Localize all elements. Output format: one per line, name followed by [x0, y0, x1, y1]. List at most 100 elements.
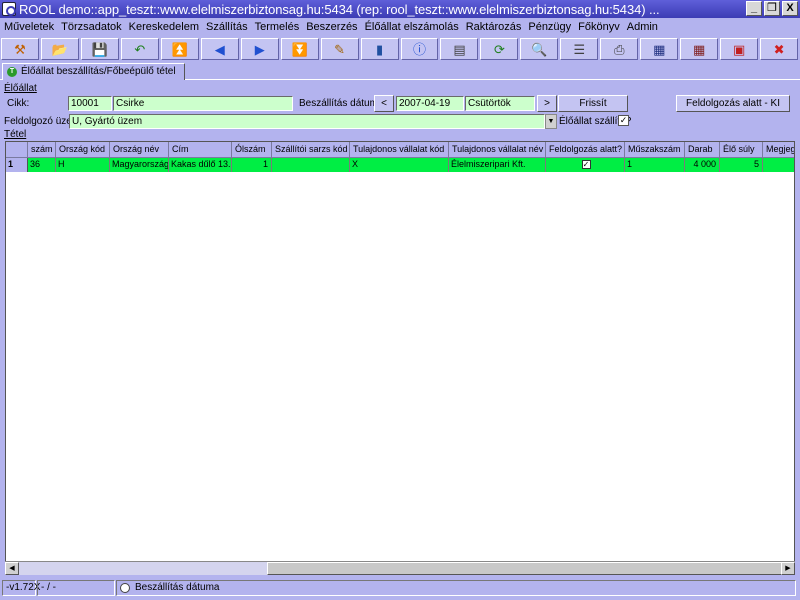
menu-admin[interactable]: Admin [627, 21, 658, 33]
column-header-elo-suly[interactable]: Élő súly [720, 142, 763, 158]
option-panel: Beszállítás dátuma [116, 580, 796, 596]
column-header-tulajdonos-nev[interactable]: Tulajdonos vállalat név [449, 142, 546, 158]
processing-checkbox[interactable]: ✓ [581, 160, 591, 169]
menu-fokonyv[interactable]: Főkönyv [578, 21, 620, 33]
database-icon: ▮ [375, 41, 384, 57]
tab-eloallat-beszallitas[interactable]: T Élőállat beszállítás/Főbeépülő tétel [2, 63, 185, 80]
last-record-button[interactable]: ⏬ [280, 38, 319, 60]
cell-darab[interactable]: 4 000 [685, 158, 720, 172]
cell-szam[interactable]: 36 [28, 158, 56, 172]
column-header-szam[interactable]: szám [28, 142, 56, 158]
tab-record-icon: T [7, 67, 17, 77]
column-header-cim[interactable]: Cím [169, 142, 232, 158]
window-icon: ▣ [732, 41, 746, 57]
cikk-code-field[interactable]: 10001 [68, 96, 112, 111]
cell-tulajdonos-kod[interactable]: X [350, 158, 449, 172]
form-view-button[interactable]: ▤ [440, 38, 479, 60]
column-header-orszag-nev[interactable]: Ország név [110, 142, 169, 158]
column-header-orszag-kod[interactable]: Ország kód [56, 142, 110, 158]
column-header-tulajdonos-kod[interactable]: Tulajdonos vállalat kód [350, 142, 449, 158]
tool-button[interactable]: ⚒ [1, 38, 39, 60]
date-option-radio[interactable] [120, 583, 130, 593]
first-record-icon: ⏫ [171, 41, 188, 57]
cell-feldolgozas[interactable]: ✓ [546, 158, 625, 172]
column-header-muszakszam[interactable]: Műszakszám [625, 142, 685, 158]
menu-torzsadatok[interactable]: Törzsadatok [61, 21, 122, 33]
feldolgozas-alatt-button[interactable]: Feldolgozás alatt - KI [676, 95, 790, 112]
shipped-checkbox[interactable]: ✓ [618, 115, 629, 126]
open-folder-button[interactable]: 📂 [40, 38, 79, 60]
refresh-button[interactable]: ⟳ [480, 38, 519, 60]
window-title: ROOL demo::app_teszt::www.elelmiszerbizt… [19, 1, 660, 17]
table-row[interactable]: 1 36 H Magyarország Kakas dűlő 13. 1 X É… [6, 158, 794, 172]
chevron-down-icon[interactable]: ▼ [545, 114, 557, 129]
scroll-left-icon[interactable]: ◀ [5, 562, 19, 575]
grid-edit-button[interactable]: ▦ [680, 38, 719, 60]
cell-elo-suly[interactable]: 5 [720, 158, 763, 172]
cell-olszam[interactable]: 1 [232, 158, 272, 172]
menu-kereskedelem[interactable]: Kereskedelem [129, 21, 199, 33]
database-button[interactable]: ▮ [360, 38, 399, 60]
form-view-icon: ▤ [453, 41, 466, 57]
menu-eloallat-elszamolas[interactable]: Élőállat elszámolás [365, 21, 459, 33]
weekday-field: Csütörtök [465, 96, 535, 111]
app-logo-icon [2, 2, 16, 16]
cell-orszag-kod[interactable]: H [56, 158, 110, 172]
grid-view-icon: ▦ [653, 41, 666, 57]
menu-penzugy[interactable]: Pénzügy [528, 21, 571, 33]
previous-record-icon: ◀ [214, 41, 225, 57]
column-header-szallitoi-sarzs[interactable]: Szállítói sarzs kód [272, 142, 350, 158]
close-button[interactable]: X [782, 1, 798, 16]
info-button[interactable]: ⓘ [400, 38, 439, 60]
previous-record-button[interactable]: ◀ [200, 38, 239, 60]
undo-button[interactable]: ↶ [120, 38, 159, 60]
cell-tulajdonos-nev[interactable]: Élelmiszeripari Kft. [449, 158, 546, 172]
next-record-button[interactable]: ▶ [240, 38, 279, 60]
column-header-feldolgozas[interactable]: Feldolgozás alatt? [546, 142, 625, 158]
date-field[interactable]: 2007-04-19 [396, 96, 464, 111]
cikk-name-field[interactable]: Csirke [113, 96, 293, 111]
search-button[interactable]: 🔍 [520, 38, 559, 60]
horizontal-scrollbar[interactable]: ◀ ▶ [5, 561, 795, 575]
column-header-rownum [6, 142, 28, 158]
next-date-button[interactable]: > [537, 95, 557, 112]
next-record-icon: ▶ [254, 41, 265, 57]
info-icon: ⓘ [413, 41, 427, 57]
list-button[interactable]: ☰ [560, 38, 599, 60]
grid-edit-icon: ▦ [693, 41, 706, 57]
exit-icon: ✖ [773, 41, 785, 57]
menu-muveletek[interactable]: Műveletek [4, 21, 54, 33]
cell-muszakszam[interactable]: 1 [625, 158, 685, 172]
save-button[interactable]: 💾 [80, 38, 119, 60]
scroll-thumb[interactable] [267, 562, 785, 575]
section-label-eloallat: Élőállat [4, 83, 37, 94]
save-icon: 💾 [91, 41, 108, 57]
window-button[interactable]: ▣ [720, 38, 759, 60]
cell-szallitoi-sarzs[interactable] [272, 158, 350, 172]
column-header-olszam[interactable]: Ólszám [232, 142, 272, 158]
column-header-megjegyzes[interactable]: Megjeg [763, 142, 794, 158]
plant-select[interactable]: U, Gyártó üzem [69, 114, 545, 129]
search-icon: 🔍 [531, 41, 548, 57]
menu-raktarozas[interactable]: Raktározás [466, 21, 522, 33]
menu-beszerzes[interactable]: Beszerzés [306, 21, 357, 33]
cell-cim[interactable]: Kakas dűlő 13. [169, 158, 232, 172]
exit-button[interactable]: ✖ [760, 38, 799, 60]
restore-button[interactable]: ❐ [764, 1, 780, 16]
edit-icon: ✎ [334, 41, 346, 57]
first-record-button[interactable]: ⏫ [160, 38, 199, 60]
refresh-button[interactable]: Frissít [558, 95, 628, 112]
grid-view-button[interactable]: ▦ [640, 38, 679, 60]
menu-termeles[interactable]: Termelés [255, 21, 300, 33]
previous-date-button[interactable]: < [374, 95, 394, 112]
open-folder-icon: 📂 [51, 41, 69, 57]
column-header-darab[interactable]: Darab [685, 142, 720, 158]
print-button[interactable]: ⎙ [600, 38, 639, 60]
items-grid: szám Ország kód Ország név Cím Ólszám Sz… [5, 141, 795, 575]
cell-orszag-nev[interactable]: Magyarország [110, 158, 169, 172]
scroll-right-icon[interactable]: ▶ [781, 562, 795, 575]
minimize-button[interactable]: _ [746, 1, 762, 16]
edit-button[interactable]: ✎ [320, 38, 359, 60]
menu-szallitas[interactable]: Szállítás [206, 21, 248, 33]
cell-megjegyzes[interactable] [763, 158, 794, 172]
